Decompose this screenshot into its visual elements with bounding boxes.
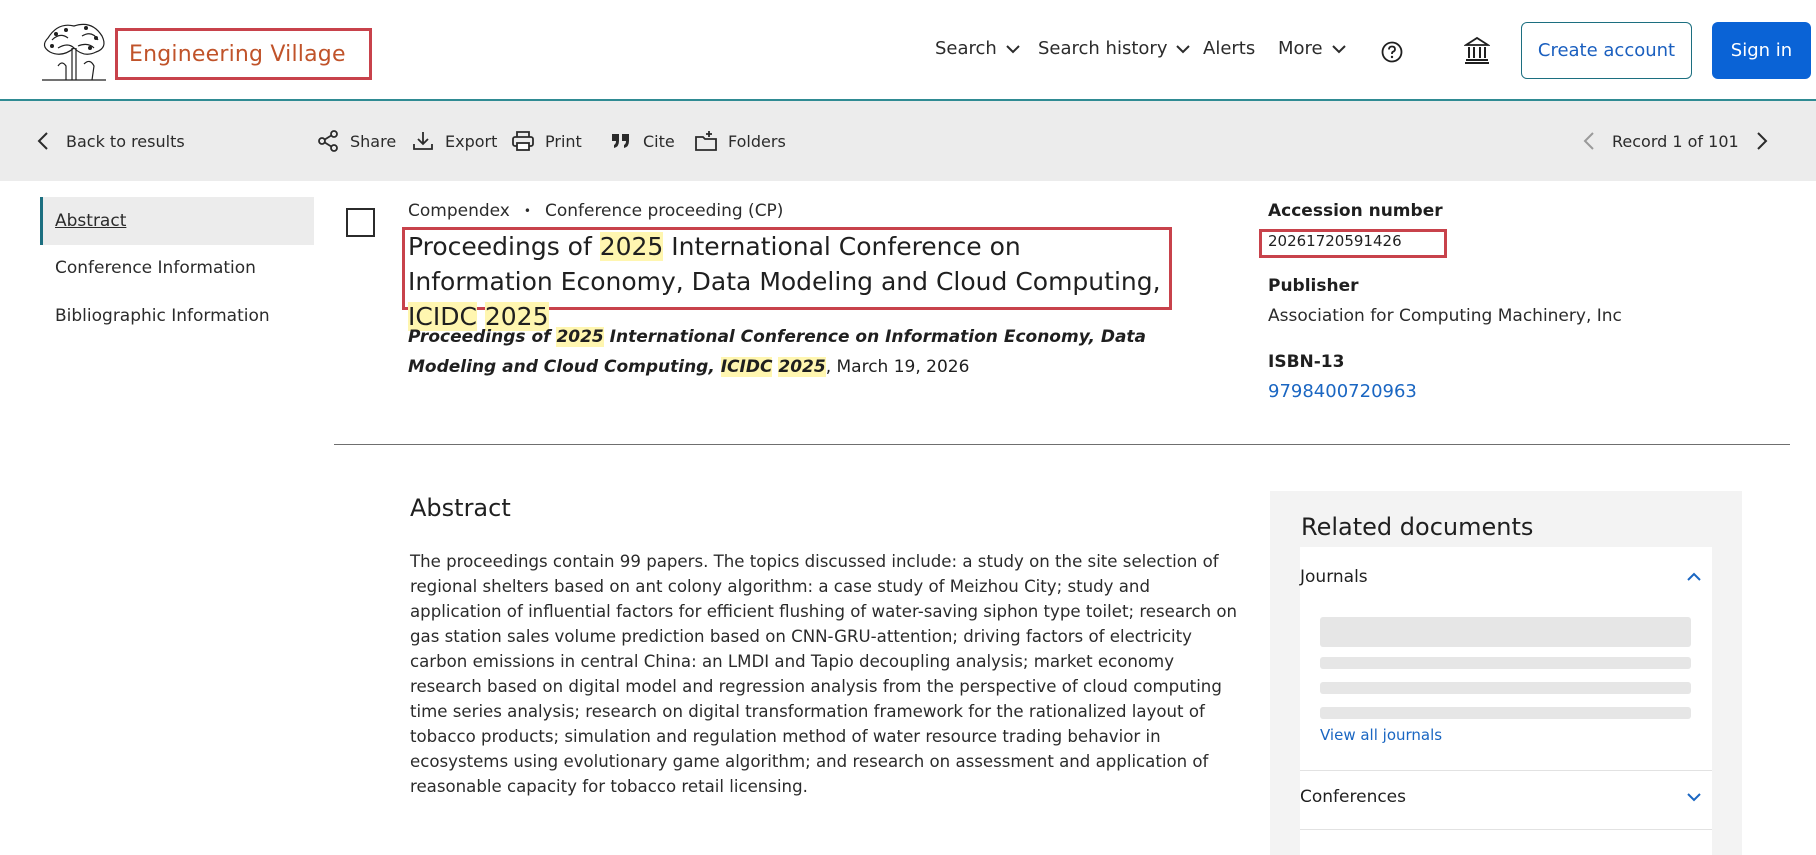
document-type: Conference proceeding (CP) bbox=[544, 201, 784, 221]
nav-search-history[interactable]: Search history bbox=[1038, 38, 1191, 59]
folder-add-icon bbox=[695, 131, 717, 151]
folders-label: Folders bbox=[728, 131, 786, 151]
accordion-divider bbox=[1300, 829, 1712, 830]
back-label: Back to results bbox=[66, 131, 185, 151]
source-title: Proceedings of 2025 International Confer… bbox=[408, 327, 1146, 377]
chevron-down-icon bbox=[1176, 44, 1191, 53]
nav-alerts[interactable]: Alerts bbox=[1203, 38, 1255, 59]
top-header: Engineering Village Search Search histor… bbox=[0, 0, 1816, 101]
chevron-down-icon bbox=[1006, 44, 1020, 53]
share-button[interactable]: Share bbox=[316, 129, 396, 153]
share-icon bbox=[318, 130, 338, 152]
accordion-divider bbox=[1300, 770, 1712, 771]
view-all-journals-link[interactable]: View all journals bbox=[1320, 726, 1442, 744]
loading-skeleton bbox=[1320, 707, 1691, 719]
title-part: Proceedings of bbox=[408, 232, 600, 261]
sidebar-item-abstract[interactable]: Abstract bbox=[40, 197, 314, 245]
chevron-left-icon[interactable] bbox=[1578, 129, 1602, 153]
download-icon bbox=[413, 132, 433, 150]
quote-icon bbox=[612, 134, 629, 148]
record-pager: Record 1 of 101 bbox=[1578, 129, 1773, 153]
brand-annotation-box[interactable]: Engineering Village bbox=[115, 28, 372, 80]
chevron-left-icon bbox=[37, 132, 48, 150]
record-toolbar: Back to results Share Export Print Cite bbox=[0, 101, 1816, 181]
conferences-label: Conferences bbox=[1300, 787, 1407, 807]
accession-number-value: 20261720591426 bbox=[1268, 232, 1402, 250]
share-label: Share bbox=[350, 131, 397, 151]
record-title: Proceedings of 2025 International Confer… bbox=[408, 229, 1168, 334]
record-meta: Compendex • Conference proceeding (CP) bbox=[408, 201, 783, 221]
export-button[interactable]: Export bbox=[411, 129, 497, 153]
print-label: Print bbox=[545, 131, 582, 151]
related-documents-card: Journals View all journals Conferences bbox=[1300, 547, 1712, 855]
journals-accordion[interactable]: Journals bbox=[1300, 565, 1712, 589]
record-source: Proceedings of 2025 International Confer… bbox=[408, 322, 1238, 382]
chevron-up-icon bbox=[1687, 572, 1701, 581]
related-documents-panel: Related documents Journals View all jour… bbox=[1270, 491, 1742, 855]
section-divider bbox=[334, 444, 1790, 445]
create-account-button[interactable]: Create account bbox=[1521, 22, 1692, 79]
record-counter: Record 1 of 101 bbox=[1612, 131, 1739, 151]
back-to-results-link[interactable]: Back to results bbox=[32, 129, 185, 153]
publisher-label: Publisher bbox=[1268, 276, 1359, 296]
nav-more[interactable]: More bbox=[1278, 38, 1347, 59]
sidebar-item-conference-information[interactable]: Conference Information bbox=[40, 244, 314, 292]
loading-skeleton bbox=[1320, 682, 1691, 694]
sign-in-button[interactable]: Sign in bbox=[1712, 22, 1811, 79]
elsevier-tree-logo[interactable] bbox=[38, 18, 110, 82]
brand-title: Engineering Village bbox=[129, 41, 346, 67]
nav-search-history-label: Search history bbox=[1038, 38, 1168, 59]
select-record-checkbox[interactable] bbox=[346, 208, 375, 237]
sidebar-item-bibliographic-information[interactable]: Bibliographic Information bbox=[40, 292, 314, 340]
print-button[interactable]: Print bbox=[511, 129, 582, 153]
isbn-label: ISBN-13 bbox=[1268, 352, 1345, 372]
related-documents-title: Related documents bbox=[1301, 513, 1534, 541]
help-icon[interactable] bbox=[1381, 41, 1403, 63]
cite-button[interactable]: Cite bbox=[609, 129, 675, 153]
nav-more-label: More bbox=[1278, 38, 1323, 59]
abstract-text: The proceedings contain 99 papers. The t… bbox=[410, 552, 1238, 796]
chevron-right-icon[interactable] bbox=[1749, 129, 1773, 153]
nav-search[interactable]: Search bbox=[935, 38, 1021, 59]
source-date: , March 19, 2026 bbox=[825, 357, 970, 377]
meta-separator: • bbox=[523, 204, 531, 218]
nav-alerts-label: Alerts bbox=[1203, 38, 1256, 59]
source-highlight: 2025 bbox=[556, 327, 604, 347]
chevron-down-icon bbox=[1331, 44, 1346, 53]
loading-skeleton bbox=[1320, 657, 1691, 669]
source-part: Proceedings of bbox=[408, 327, 557, 347]
database-name: Compendex bbox=[408, 201, 510, 221]
source-highlight: 2025 bbox=[778, 357, 826, 377]
loading-skeleton bbox=[1320, 617, 1691, 647]
folders-button[interactable]: Folders bbox=[694, 129, 786, 153]
abstract-heading: Abstract bbox=[410, 494, 511, 522]
publisher-value: Association for Computing Machinery, Inc bbox=[1268, 306, 1622, 326]
cite-label: Cite bbox=[643, 131, 675, 151]
institution-icon[interactable] bbox=[1464, 36, 1490, 64]
isbn-link[interactable]: 9798400720963 bbox=[1268, 381, 1417, 402]
journals-label: Journals bbox=[1300, 567, 1368, 587]
accession-number-label: Accession number bbox=[1268, 201, 1443, 221]
printer-icon bbox=[512, 131, 534, 151]
chevron-down-icon bbox=[1687, 793, 1701, 802]
export-label: Export bbox=[445, 131, 498, 151]
conferences-accordion[interactable]: Conferences bbox=[1300, 785, 1712, 809]
nav-search-label: Search bbox=[935, 38, 997, 59]
source-highlight: ICIDC bbox=[720, 357, 773, 377]
title-highlight: 2025 bbox=[599, 232, 664, 261]
